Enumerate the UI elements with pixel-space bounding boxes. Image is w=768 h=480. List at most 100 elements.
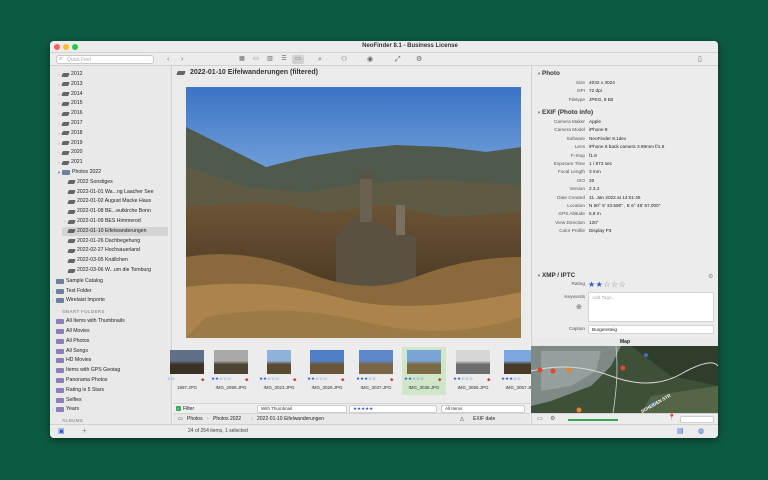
chat-icon[interactable]: ▭ <box>537 415 543 422</box>
sidebar-item-smart-folder[interactable]: All Movies <box>50 327 168 336</box>
add-icon[interactable]: + <box>82 426 87 435</box>
rating-stars-on[interactable]: ★★ <box>588 280 603 289</box>
sidebar-toggle-icon[interactable]: ▯ <box>698 55 702 64</box>
sidebar-item-catalog[interactable]: Sample Catalog <box>50 277 168 286</box>
close-button[interactable] <box>54 44 60 50</box>
thumbnail-item[interactable]: ★★★☆☆ ⬥ IMG_3037.JPG <box>354 347 398 395</box>
info-key: Location <box>567 203 585 208</box>
thumbnail-item[interactable]: ★★☆☆☆ ⬥ IMG_3029.JPG <box>305 347 349 395</box>
sidebar-item-year[interactable]: › 2014 <box>56 90 168 99</box>
drive-icon <box>176 70 186 75</box>
sidebar-item-photo-folder[interactable]: 2022-01-10 Eifelwanderungen <box>62 226 168 236</box>
sidebar-item-photo-folder[interactable]: 2022-01-01 Wa...ng Laacher See <box>62 188 168 197</box>
sidebar-item-photo-folder[interactable]: 2022-01-26 Dachbegehung <box>62 237 168 246</box>
filter-rating-select[interactable]: ★★★★★ <box>349 405 437 413</box>
sidebar-item-photo-folder[interactable]: 2022-01-08 BE...eutkirche Bonn <box>62 207 168 216</box>
thumbnail-item[interactable]: ★★☆☆☆ ⬥ IMG_3023.JPG <box>257 347 301 395</box>
thumbnail-name: IMG_2998.JPG <box>215 385 247 390</box>
sidebar-item-year[interactable]: › 2012 <box>56 70 168 79</box>
path-segment-1[interactable]: Photos <box>187 414 203 424</box>
sidebar-item-smart-folder[interactable]: HD Movies <box>50 356 168 365</box>
sidebar-item-year[interactable]: › 2021 <box>56 158 168 167</box>
sidebar-item-photo-folder[interactable]: 2022-01-02 August Macke Haus <box>62 197 168 206</box>
view-list-button[interactable]: ☰ <box>278 55 290 64</box>
sidebar-item-year[interactable]: › 2016 <box>56 109 168 118</box>
sidebar-item-photo-folder[interactable]: › 2022-01-09 BES Himmerod <box>62 217 168 226</box>
sidebar-item-year[interactable]: › 2015 <box>56 99 168 108</box>
sidebar-item-smart-folder[interactable]: All Songs <box>50 347 168 356</box>
info-value: 120° <box>589 219 599 225</box>
minimize-button[interactable] <box>63 44 69 50</box>
folder-icon <box>56 387 64 393</box>
tree-item-label: Sample Catalog <box>66 277 103 284</box>
sidebar-item-smart-folder[interactable]: Selfies <box>50 396 168 405</box>
pin-icon[interactable]: 📍 <box>668 414 675 421</box>
forward-arrow-icon[interactable]: › <box>181 55 183 64</box>
sidebar-item-smart-folder[interactable]: Items with GPS Geotag <box>50 366 168 375</box>
map-search-input[interactable] <box>680 416 714 423</box>
sidebar-item-photo-folder[interactable]: 2022-02-27 Hochsauerland <box>62 246 168 255</box>
sidebar-item-smart-folder[interactable]: Panorama Photos <box>50 376 168 385</box>
keywords-field[interactable]: Add Tags... <box>588 292 714 322</box>
path-segment-3[interactable]: 2022-01-10 Eifelwanderungen <box>257 414 324 424</box>
thumbnail-item[interactable]: ☆☆ ⬥ 1997.JPG <box>165 347 209 395</box>
view-columns-button[interactable]: ▥ <box>264 55 276 64</box>
sidebar-item-smart-folder[interactable]: All Items with Thumbnails <box>50 317 168 326</box>
path-segment-2[interactable]: Photos 2022 <box>213 414 241 424</box>
folder-icon <box>56 338 64 344</box>
settings-icon[interactable]: ⚙ <box>550 415 555 422</box>
sidebar-item-smart-folder[interactable]: All Photos <box>50 337 168 346</box>
photo-preview[interactable] <box>186 87 521 338</box>
find-icon[interactable]: ⌕ <box>318 55 322 64</box>
info-value: NeoFinder 8.1dev <box>589 135 627 141</box>
photo-section-header[interactable]: ▾ Photo <box>536 70 560 77</box>
thumbnail-item[interactable]: ★★☆☆☆ ⬥ IMG_2998.JPG <box>209 347 253 395</box>
sidebar-view-icon[interactable]: ▣ <box>58 427 65 435</box>
gear-icon[interactable]: ⚙ <box>708 273 713 280</box>
tree-item-label: Items with GPS Geotag <box>66 367 121 374</box>
exif-section-header[interactable]: ▾ EXIF (Photo info) <box>536 109 593 116</box>
sidebar-item-photo-folder[interactable]: 2022 Sonstiges <box>62 178 168 187</box>
filter-checkbox[interactable]: ✓ <box>176 406 181 411</box>
info-key: View Direction <box>555 219 585 225</box>
filter-kind-select[interactable]: With Thumbnail <box>257 405 347 413</box>
sidebar-item-year[interactable]: › 2017 <box>56 119 168 128</box>
sidebar-item-catalog[interactable]: › Test Folder <box>50 287 168 296</box>
thumbnail-item[interactable]: ★★☆☆☆ ⬥ IMG_3038.JPG <box>402 347 446 395</box>
folder-icon <box>56 329 64 334</box>
xmp-section-header[interactable]: ▾ XMP / IPTC <box>536 272 575 279</box>
sidebar-item-year[interactable]: › 2018 <box>56 129 168 138</box>
sidebar-item-photo-folder[interactable]: 2022-03-06 W...um die Tomburg <box>62 266 168 275</box>
thumbnail-item[interactable]: ★★☆☆☆ ⬥ IMG_3055.JPG <box>451 347 495 395</box>
map-icon[interactable]: ▤ <box>677 427 684 435</box>
people-icon[interactable]: ⚇ <box>341 55 347 64</box>
sidebar-item-smart-folder[interactable]: Rating is 5 Stars <box>50 386 168 395</box>
sidebar-item-year[interactable]: › 2020 <box>56 148 168 157</box>
zoom-button[interactable] <box>72 44 78 50</box>
map-view[interactable]: SCHEIDEN STR <box>531 346 718 413</box>
sort-field[interactable]: EXIF date <box>473 414 495 424</box>
rating-stars-off[interactable]: ☆☆☆ <box>603 280 626 289</box>
sidebar-item-year[interactable]: › 2019 <box>56 139 168 148</box>
view-gallery-button[interactable]: ▭ <box>250 55 262 64</box>
rating-stars[interactable]: ★★☆☆☆ <box>588 281 626 289</box>
back-arrow-icon[interactable]: ‹ <box>167 55 169 64</box>
eye-icon[interactable]: ◉ <box>367 55 373 64</box>
sidebar-item-catalog[interactable]: › Wirelaist Importe <box>50 296 168 305</box>
caption-field[interactable]: Burgensteig <box>588 325 714 334</box>
fullscreen-icon[interactable]: ⤢ <box>395 55 401 64</box>
sidebar-item-smart-folder[interactable]: › Years <box>50 405 168 414</box>
view-preview-button[interactable]: ▭ <box>292 55 304 64</box>
sidebar-item-year[interactable]: › 2013 <box>56 80 168 89</box>
globe-icon[interactable]: ◍ <box>698 427 704 435</box>
view-icons-button[interactable]: ▦ <box>236 55 248 64</box>
filter-items-select[interactable]: All Items <box>441 405 525 413</box>
add-keyword-icon[interactable]: ⊕ <box>576 303 582 311</box>
gear-icon[interactable]: ⚙ <box>416 55 422 64</box>
map-zoom-slider[interactable] <box>568 419 618 421</box>
quick-find-input[interactable]: ⌕ Quick Find <box>56 55 154 64</box>
folder-icon <box>56 288 64 294</box>
sidebar-item-photo-folder[interactable]: 2022-03-05 Knällchen <box>62 256 168 265</box>
info-value: iPhone 8 back camera 3.99mm f/1.8 <box>589 144 665 150</box>
sidebar-item-photos-folder[interactable]: ▾ Photos 2022 <box>56 168 168 177</box>
